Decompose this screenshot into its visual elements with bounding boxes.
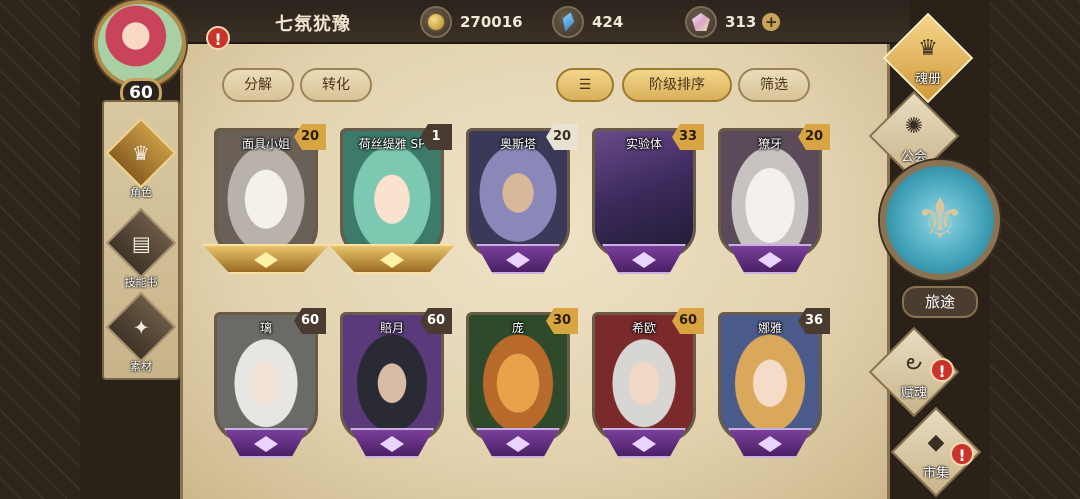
left-border-decoration: [0, 0, 80, 499]
left-category-panel: ♛ 角色 ▤ 技能书 ✦ 素材: [102, 100, 180, 380]
character-card[interactable]: 奥斯塔 20: [466, 124, 578, 274]
character-card[interactable]: 璃 60: [214, 308, 326, 458]
avatar-alert-icon: !: [206, 26, 230, 50]
blue-gem-icon: [552, 6, 584, 38]
soul-book-button[interactable]: ♛ 魂册: [882, 12, 974, 104]
crystal-icon: [685, 6, 717, 38]
right-border-decoration: [990, 0, 1080, 499]
top-bar: 七氛犹豫 270016 424 313 +: [150, 0, 910, 44]
gold-coin-icon: [420, 6, 452, 38]
character-card[interactable]: 实验体 33: [592, 124, 704, 274]
gem-amount: 424: [592, 13, 624, 31]
left-nav-material[interactable]: ✦ 素材: [105, 291, 177, 374]
journey-button[interactable]: ⚜ 旅途: [880, 160, 1000, 320]
rank-sort-button[interactable]: 阶级排序: [622, 68, 732, 102]
character-card[interactable]: 希欧 60: [592, 308, 704, 458]
character-card[interactable]: 賠月 60: [340, 308, 452, 458]
market-label: 市集: [922, 466, 949, 481]
decompose-button[interactable]: 分解: [222, 68, 294, 102]
character-icon: ♛: [105, 117, 177, 189]
sort-toggle-button[interactable]: ☰: [556, 68, 614, 102]
avatar[interactable]: [94, 0, 186, 88]
gold-currency[interactable]: 270016: [420, 6, 523, 38]
skillbook-icon: ▤: [105, 207, 177, 279]
crystal-currency[interactable]: 313 +: [685, 6, 781, 38]
gold-amount: 270016: [460, 13, 523, 31]
left-nav-character[interactable]: ♛ 角色: [105, 117, 177, 200]
market-alert-icon: !: [950, 442, 974, 466]
guild-icon: ✺: [904, 114, 924, 139]
gem-currency[interactable]: 424: [552, 6, 623, 38]
fu-soul-alert-icon: !: [930, 358, 954, 382]
add-crystal-button[interactable]: +: [762, 13, 781, 31]
character-card[interactable]: 荷丝缇雅 SP 1: [328, 124, 456, 274]
filter-button[interactable]: 筛选: [738, 68, 810, 102]
character-card[interactable]: 娜雅 36: [718, 308, 830, 458]
soul-book-label: 魂册: [914, 72, 941, 87]
crystal-amount: 313: [725, 13, 757, 31]
character-card[interactable]: 面具小姐 20: [202, 124, 330, 274]
character-card[interactable]: 庞 30: [466, 308, 578, 458]
player-name: 七氛犹豫: [275, 14, 351, 35]
left-nav-skillbook[interactable]: ▤ 技能书: [105, 207, 177, 290]
fu-soul-label: 赋魂: [900, 386, 927, 401]
material-icon: ✦: [105, 291, 177, 363]
player-avatar-block[interactable]: 60: [80, 0, 200, 110]
sort-lines-icon: ☰: [578, 77, 592, 93]
journey-label: 旅途: [902, 286, 978, 318]
soul-book-icon: ♛: [918, 36, 938, 61]
convert-button[interactable]: 转化: [300, 68, 372, 102]
journey-sword-icon: ⚜: [914, 187, 966, 252]
character-card[interactable]: 獠牙 20: [718, 124, 830, 274]
